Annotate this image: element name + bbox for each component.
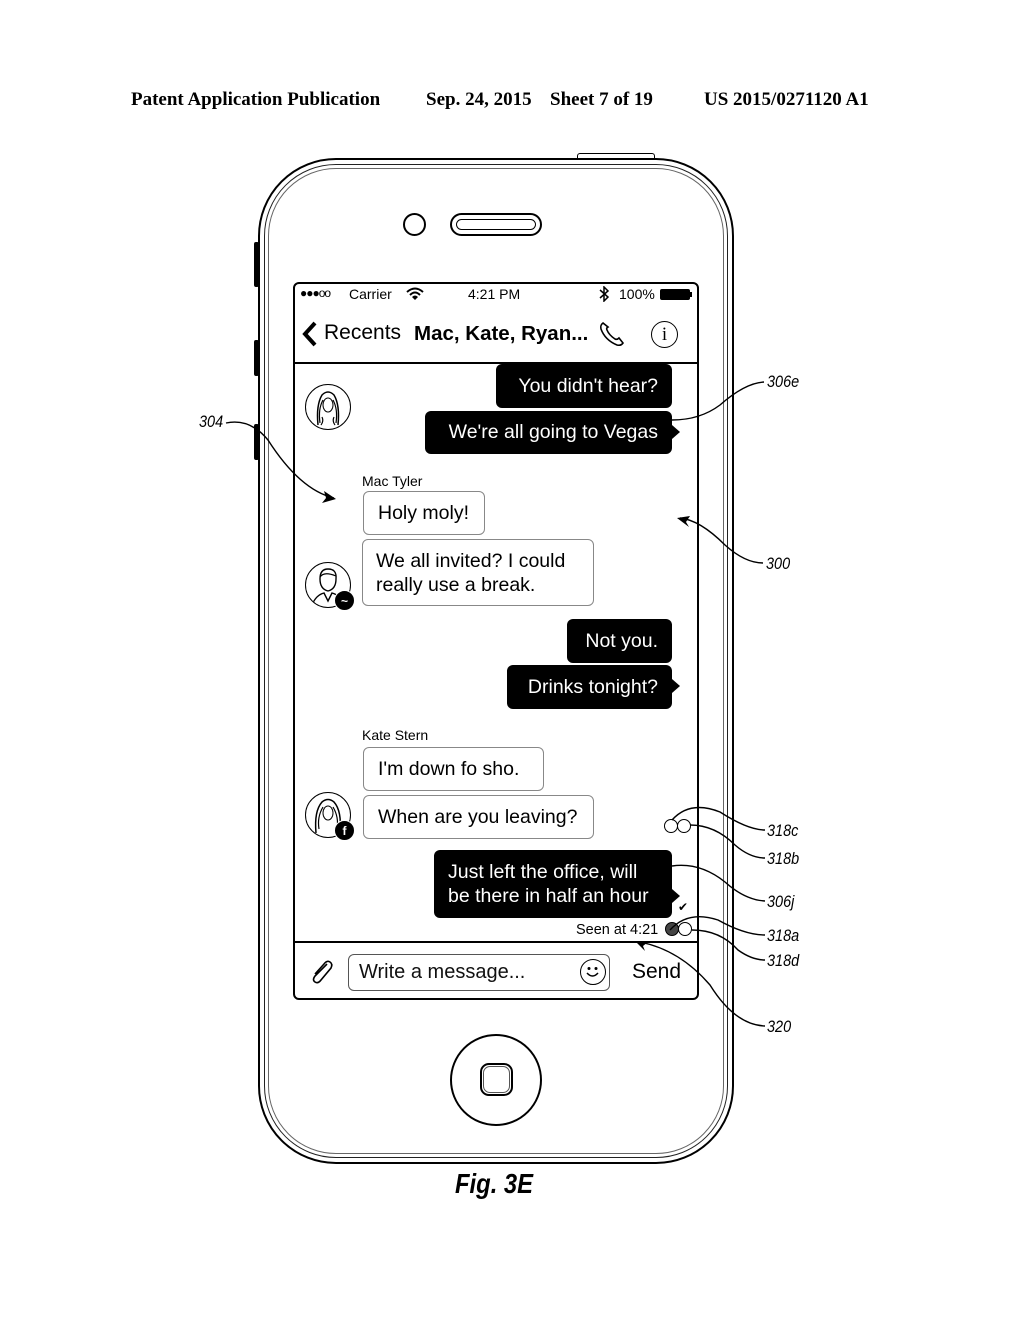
reference-label-306j: 306j — [767, 892, 795, 911]
paperclip-icon[interactable] — [307, 958, 335, 986]
read-receipt-avatar — [677, 819, 691, 833]
carrier-name: Carrier — [349, 286, 392, 302]
seen-status: Seen at 4:21 — [576, 922, 659, 938]
sheet-number: Sheet 7 of 19 — [550, 89, 653, 110]
message-input-placeholder: Write a message... — [359, 961, 526, 983]
message-bubble-outgoing[interactable]: We're all going to Vegas — [425, 411, 672, 454]
message-bubble-outgoing[interactable]: You didn't hear? — [496, 364, 672, 408]
battery-icon — [660, 289, 690, 300]
battery-tip — [690, 292, 692, 297]
signal-strength-icon: ●●●oo — [300, 286, 331, 300]
home-button-square-inner — [483, 1066, 510, 1093]
info-icon[interactable]: i — [651, 321, 678, 348]
send-button[interactable]: Send — [632, 960, 681, 984]
facebook-badge-icon: f — [334, 820, 355, 841]
message-bubble-outgoing[interactable]: Drinks tonight? — [507, 665, 672, 709]
bluetooth-icon — [598, 285, 610, 303]
read-receipt-avatar — [664, 819, 678, 833]
figure-caption: Fig. 3E — [455, 1168, 534, 1199]
reference-label-304: 304 — [199, 412, 224, 431]
back-chevron-icon[interactable] — [301, 321, 319, 347]
sender-name: Kate Stern — [362, 727, 429, 743]
message-bubble-incoming[interactable]: We all invited? I could really use a bre… — [362, 539, 594, 606]
read-receipt-avatar — [678, 922, 692, 936]
reference-label-318a: 318a — [767, 926, 800, 945]
composer-divider — [295, 941, 697, 943]
message-text-line: be there in half an hour — [448, 885, 649, 907]
battery-percent: 100% — [619, 286, 655, 302]
message-bubble-outgoing[interactable]: Just left the office, will be there in h… — [434, 850, 672, 918]
messenger-badge-icon: ~ — [334, 590, 355, 611]
message-input[interactable]: Write a message... — [348, 954, 610, 991]
bubble-tail — [672, 425, 680, 439]
message-bubble-incoming[interactable]: When are you leaving? — [363, 795, 594, 839]
phone-icon[interactable] — [598, 320, 626, 348]
message-bubble-outgoing[interactable]: Not you. — [567, 619, 672, 663]
reference-label-318b: 318b — [767, 849, 800, 868]
publication-date: Sep. 24, 2015 — [426, 89, 532, 110]
reference-label-320: 320 — [767, 1017, 792, 1036]
wifi-icon — [406, 287, 424, 301]
message-text-line: We all invited? I could — [376, 549, 566, 572]
status-bar: ●●●oo Carrier 4:21 PM 100% — [300, 285, 694, 304]
sender-name: Mac Tyler — [362, 473, 423, 489]
message-text-line: Just left the office, will — [448, 861, 638, 883]
patent-number: US 2015/0271120 A1 — [704, 89, 869, 110]
smiley-icon[interactable] — [580, 959, 606, 985]
delivered-checkmark-icon: ✔ — [678, 900, 689, 914]
message-bubble-incoming[interactable]: Holy moly! — [363, 491, 485, 535]
status-time: 4:21 PM — [468, 286, 521, 302]
reference-label-300: 300 — [766, 554, 791, 573]
front-camera — [403, 213, 426, 236]
earpiece-speaker-grille — [456, 219, 536, 230]
avatar[interactable] — [305, 384, 351, 430]
reference-label-318c: 318c — [767, 821, 799, 840]
bubble-tail — [672, 679, 680, 693]
message-text-line: really use a break. — [376, 573, 536, 596]
conversation-title: Mac, Kate, Ryan... — [414, 322, 589, 345]
message-bubble-incoming[interactable]: I'm down fo sho. — [363, 747, 544, 791]
publication-title: Patent Application Publication — [131, 89, 381, 110]
reference-label-318d: 318d — [767, 951, 800, 970]
back-button[interactable]: Recents — [324, 321, 401, 345]
read-receipt-avatar — [665, 922, 679, 936]
reference-label-306e: 306e — [767, 372, 800, 391]
